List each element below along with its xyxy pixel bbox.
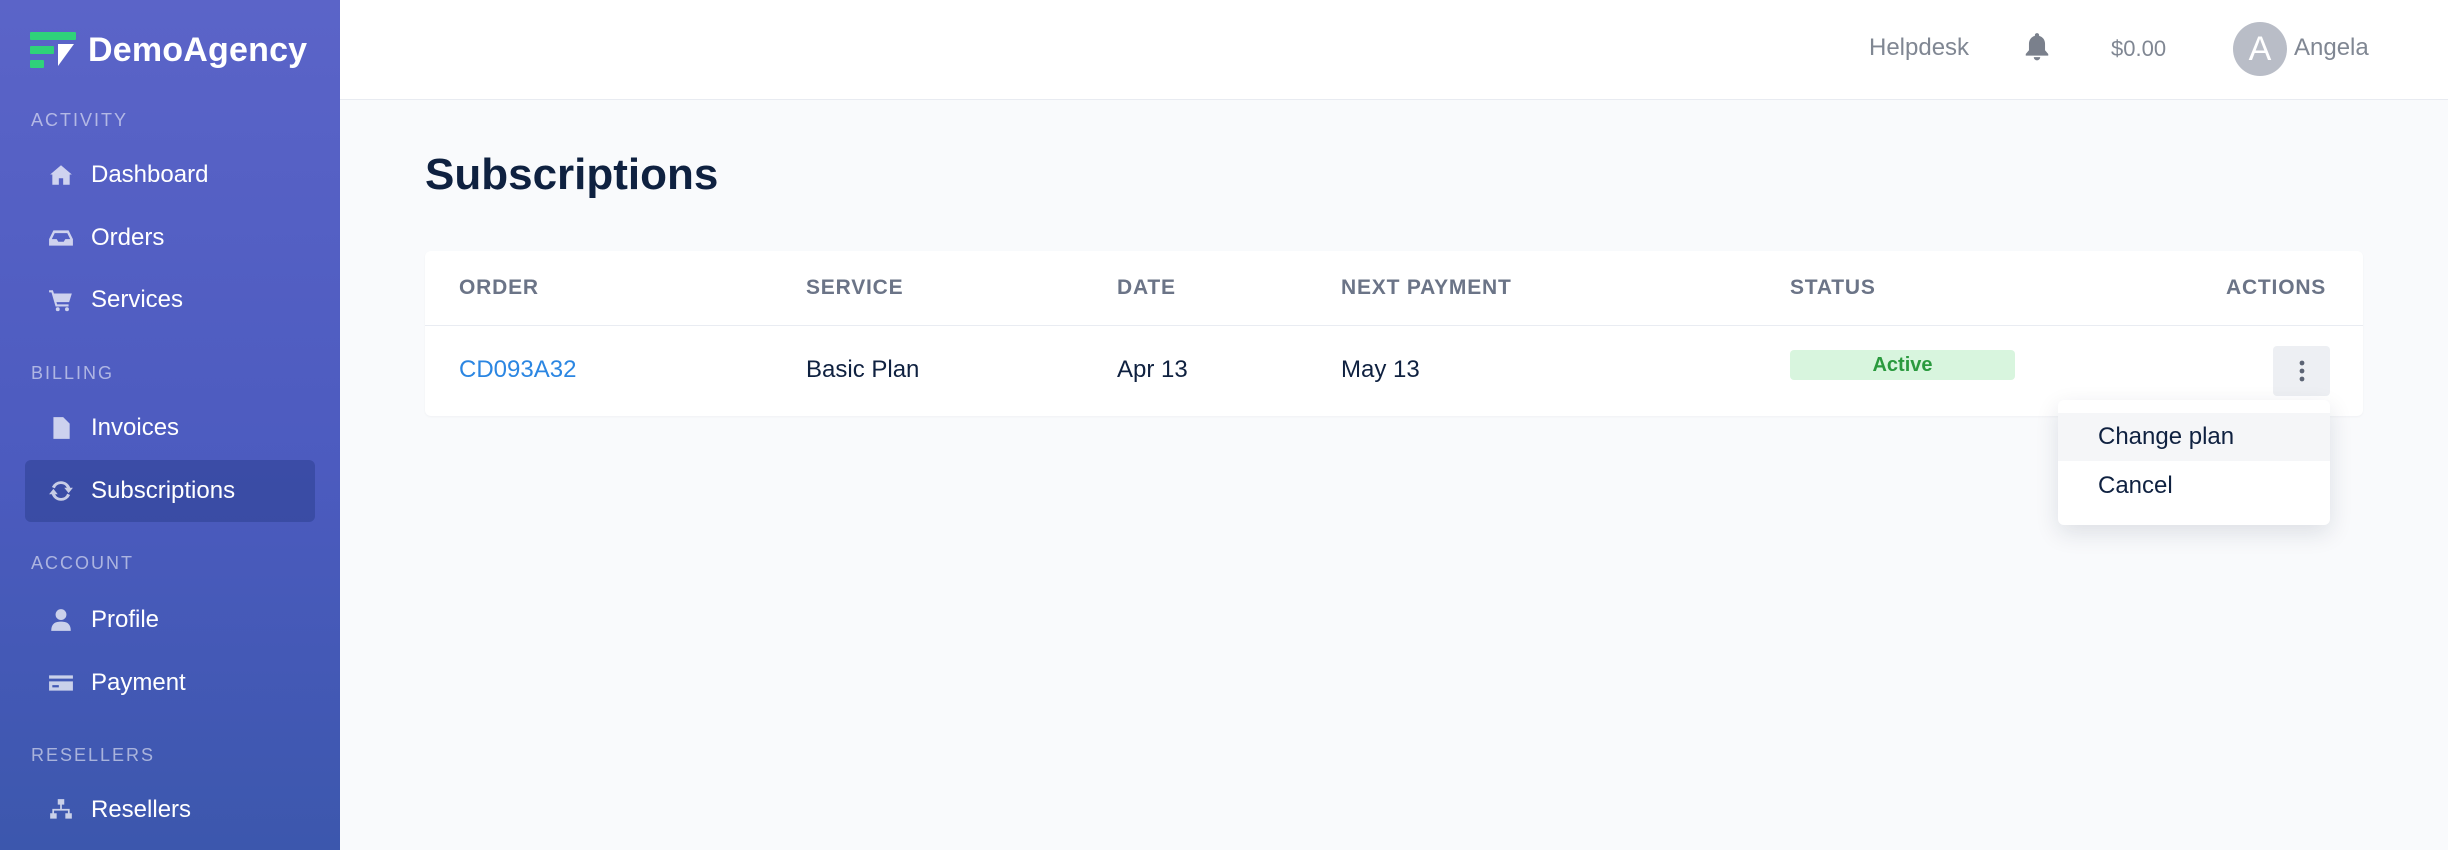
brand-logo[interactable]: DemoAgency: [30, 30, 307, 70]
home-icon: [47, 161, 75, 189]
menu-item-change-plan[interactable]: Change plan: [2058, 413, 2330, 461]
status-badge: Active: [1790, 350, 2015, 380]
inbox-icon: [47, 224, 75, 252]
user-icon: [47, 606, 75, 634]
brand-name: DemoAgency: [88, 30, 308, 69]
file-icon: [47, 414, 75, 442]
sidebar-item-payment[interactable]: Payment: [25, 652, 315, 714]
column-header-order: ORDER: [459, 276, 539, 299]
logo-mark-icon: [30, 32, 76, 68]
top-bar: Helpdesk $0.00 A Angela: [340, 0, 2448, 100]
section-label-account: ACCOUNT: [31, 553, 134, 573]
sidebar-item-orders[interactable]: Orders: [25, 207, 315, 269]
column-header-next-payment: NEXT PAYMENT: [1341, 276, 1512, 299]
sidebar-item-label: Invoices: [91, 414, 180, 441]
section-label-billing: BILLING: [31, 363, 115, 383]
avatar[interactable]: A: [2233, 22, 2287, 76]
sidebar-item-dashboard[interactable]: Dashboard: [25, 144, 315, 206]
more-vertical-icon: [2299, 360, 2304, 382]
sidebar-item-subscriptions[interactable]: Subscriptions: [25, 460, 315, 522]
sidebar-item-label: Payment: [91, 669, 186, 696]
sidebar-item-resellers[interactable]: Resellers: [25, 779, 315, 841]
table-header: ORDER SERVICE DATE NEXT PAYMENT STATUS A…: [425, 251, 2363, 326]
page-title: Subscriptions: [425, 150, 719, 199]
sidebar-item-label: Profile: [91, 606, 160, 633]
cart-icon: [47, 286, 75, 314]
refresh-icon: [47, 477, 75, 505]
section-label-resellers: RESELLERS: [31, 745, 156, 765]
menu-item-cancel[interactable]: Cancel: [2058, 462, 2330, 510]
sidebar-item-label: Resellers: [91, 796, 192, 823]
order-link[interactable]: CD093A32: [459, 356, 576, 384]
actions-dropdown-menu: Change plan Cancel: [2058, 400, 2330, 525]
user-menu-name[interactable]: Angela: [2294, 34, 2369, 62]
section-label-activity: ACTIVITY: [31, 110, 129, 130]
column-header-service: SERVICE: [806, 276, 904, 299]
date-cell: Apr 13: [1117, 356, 1188, 383]
bell-icon[interactable]: [2024, 32, 2050, 62]
sidebar-item-label: Subscriptions: [91, 477, 236, 504]
sitemap-icon: [47, 796, 75, 824]
sidebar-item-label: Orders: [91, 224, 165, 251]
credit-card-icon: [47, 669, 75, 697]
actions-menu-button[interactable]: [2273, 346, 2330, 396]
sidebar-item-profile[interactable]: Profile: [25, 589, 315, 651]
column-header-status: STATUS: [1790, 276, 1876, 299]
helpdesk-link[interactable]: Helpdesk: [1869, 34, 1969, 62]
subscriptions-table: ORDER SERVICE DATE NEXT PAYMENT STATUS A…: [425, 251, 2363, 416]
sidebar-item-label: Dashboard: [91, 161, 209, 188]
service-cell: Basic Plan: [806, 356, 920, 383]
sidebar-item-services[interactable]: Services: [25, 269, 315, 331]
next-payment-cell: May 13: [1341, 356, 1420, 383]
sidebar: DemoAgency ACTIVITY Dashboard Orders Ser…: [0, 0, 340, 850]
sidebar-item-invoices[interactable]: Invoices: [25, 397, 315, 459]
sidebar-item-label: Services: [91, 286, 184, 313]
column-header-actions: ACTIONS: [2226, 276, 2327, 299]
account-balance[interactable]: $0.00: [2111, 36, 2166, 62]
column-header-date: DATE: [1117, 276, 1176, 299]
